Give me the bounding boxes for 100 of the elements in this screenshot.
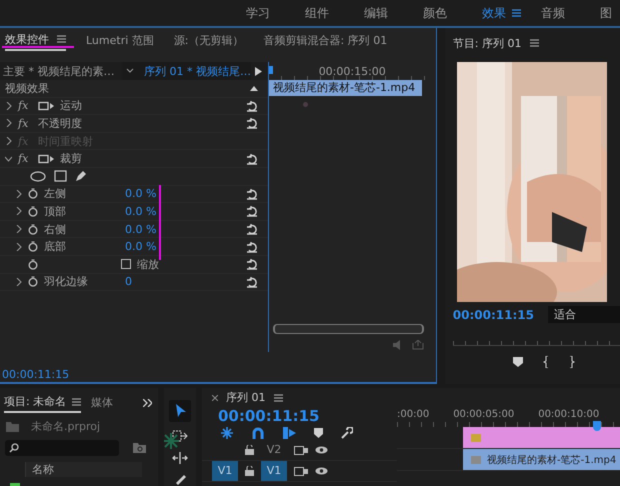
timecode: 00:00:11:15	[217, 407, 320, 425]
master-clip-label: 主要 * 视频结尾的素…	[3, 64, 116, 78]
menu-icon[interactable]	[274, 394, 282, 402]
chevron-right-icon[interactable]	[5, 119, 12, 128]
property-name: 左侧	[44, 186, 67, 202]
timecode: 00:00:11:15	[1, 368, 70, 382]
chevron-down-icon[interactable]	[5, 154, 12, 163]
reset-icon[interactable]	[246, 223, 258, 236]
folder-icon	[6, 422, 19, 432]
menu-icon[interactable]	[530, 39, 538, 47]
overflow-icon[interactable]	[143, 398, 152, 406]
eye-icon[interactable]	[315, 446, 328, 454]
sync-lock-icon[interactable]	[294, 446, 308, 454]
chevron-down-icon	[126, 68, 134, 74]
eye-icon[interactable]	[315, 467, 328, 475]
zoom-dropdown[interactable]: 适合	[548, 306, 620, 323]
reset-icon[interactable]	[246, 276, 258, 288]
close-icon[interactable]	[212, 394, 218, 400]
mark-in-icon[interactable]	[542, 356, 549, 368]
search-field[interactable]	[5, 440, 119, 456]
workspace-tab[interactable]: 编辑	[364, 4, 423, 22]
menu-icon[interactable]	[512, 9, 521, 17]
column-header[interactable]: 名称	[25, 462, 142, 477]
chevron-right-icon[interactable]	[15, 278, 22, 286]
stopwatch-icon[interactable]	[28, 206, 38, 217]
selection-tool-icon[interactable]	[169, 400, 191, 422]
workspace-tab[interactable]: 颜色	[423, 4, 482, 22]
chevron-right-icon[interactable]	[15, 207, 22, 216]
property-value[interactable]: 0.0 %	[125, 222, 156, 236]
checkbox-label: 缩放	[137, 256, 159, 272]
rectangle-mask-icon[interactable]	[54, 170, 67, 182]
menu-icon[interactable]	[57, 35, 66, 43]
ripple-edit-icon[interactable]	[172, 452, 188, 464]
fx-label: fx	[18, 116, 30, 130]
search-icon	[9, 443, 19, 453]
reset-icon[interactable]	[246, 258, 258, 270]
workspace-tab[interactable]: 学习	[246, 4, 305, 22]
checkbox[interactable]	[121, 259, 131, 270]
reset-icon[interactable]	[246, 240, 258, 253]
workspace-tab[interactable]: 效果	[482, 4, 541, 22]
reset-icon[interactable]	[246, 100, 258, 112]
effect-name: 裁剪	[60, 151, 82, 166]
chevron-right-icon[interactable]	[15, 242, 22, 251]
stopwatch-icon[interactable]	[28, 224, 38, 235]
stopwatch-icon[interactable]	[28, 276, 38, 288]
property-name: 顶部	[44, 204, 67, 219]
panel-title: 序列 01	[226, 390, 266, 405]
menu-icon[interactable]	[72, 398, 82, 406]
stopwatch-icon[interactable]	[28, 258, 38, 270]
stopwatch-icon[interactable]	[28, 188, 38, 200]
panel-tab[interactable]: Lumetri 范围	[86, 30, 154, 50]
project-file-name: 未命名.prproj	[31, 419, 100, 434]
new-bin-icon[interactable]	[133, 443, 146, 453]
collapse-icon[interactable]	[250, 86, 258, 91]
magnet-icon[interactable]	[252, 427, 264, 439]
linked-selection-icon[interactable]	[282, 427, 296, 439]
property-value[interactable]: 0.0 %	[125, 187, 156, 200]
property-value[interactable]: 0	[125, 275, 132, 288]
track-target[interactable]: V1	[261, 461, 287, 481]
ellipse-mask-icon[interactable]	[30, 170, 46, 182]
workspace-tab[interactable]: 图	[600, 4, 620, 22]
keyframe-dot	[303, 102, 308, 107]
play-icon[interactable]	[255, 66, 262, 76]
pen-icon[interactable]	[75, 170, 87, 182]
chevron-right-icon[interactable]	[5, 102, 12, 110]
effect-name: 不透明度	[38, 116, 82, 131]
sync-lock-icon[interactable]	[294, 466, 308, 476]
property-value[interactable]: 0.0 %	[125, 204, 156, 218]
reset-icon[interactable]	[246, 205, 258, 218]
lock-icon[interactable]	[245, 466, 254, 476]
chevron-right-icon[interactable]	[15, 225, 22, 234]
panel-tab[interactable]: 媒体	[91, 393, 114, 412]
panel-tab[interactable]: 项目: 未命名	[4, 392, 82, 413]
scroll-bar[interactable]	[273, 324, 424, 334]
wrench-icon[interactable]	[341, 427, 353, 439]
marker-icon[interactable]	[512, 357, 523, 367]
clip-bar: 视频结尾的素材-笔芯-1.mp4	[269, 80, 422, 96]
playhead	[269, 66, 273, 74]
workspace-tab[interactable]: 音频	[541, 4, 600, 22]
ruler-time: 00:00:10:00	[538, 409, 600, 420]
reset-icon[interactable]	[246, 188, 258, 200]
reset-icon[interactable]	[246, 117, 258, 130]
timecode: 00:00:11:15	[452, 308, 534, 322]
workspace-tab[interactable]: 组件	[305, 4, 364, 22]
track-target[interactable]: V2	[261, 440, 287, 460]
reset-icon[interactable]	[246, 152, 258, 165]
source-patch[interactable]: V1	[212, 461, 238, 481]
property-name: 羽化边缘	[44, 274, 89, 290]
panel-tab[interactable]: 源:（无剪辑）	[174, 30, 244, 50]
property-value[interactable]: 0.0 %	[125, 240, 156, 254]
chevron-right-icon[interactable]	[15, 190, 22, 198]
stopwatch-icon[interactable]	[28, 241, 38, 252]
mark-out-icon[interactable]	[568, 356, 575, 368]
nest-icon[interactable]	[220, 426, 234, 440]
panel-tab[interactable]: 音频剪辑混合器: 序列 01	[264, 30, 388, 50]
track-select-icon[interactable]	[172, 430, 188, 444]
marker-icon[interactable]	[314, 428, 323, 438]
lock-icon[interactable]	[245, 445, 254, 455]
clip-name: 视频结尾的素材-笔芯-1.mp4	[487, 454, 616, 466]
annotation-line	[2, 46, 74, 48]
